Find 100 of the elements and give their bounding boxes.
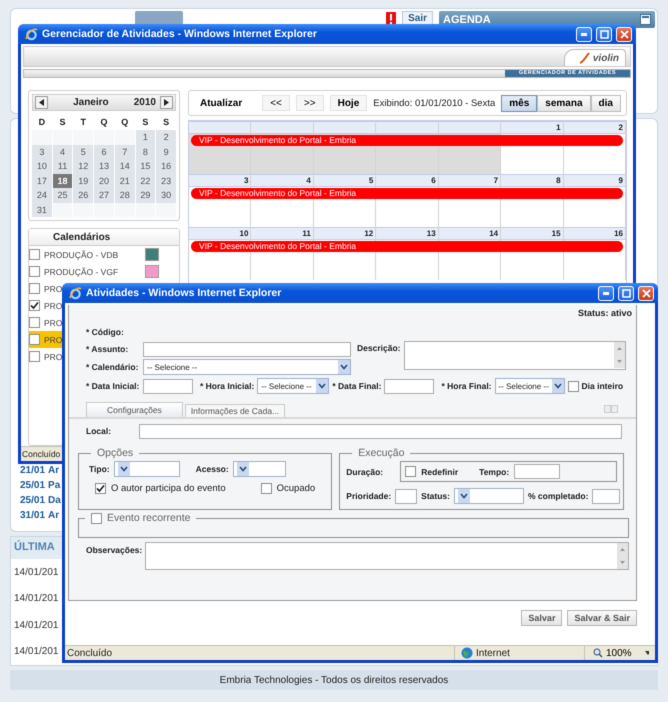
calendar-swatch[interactable] <box>144 248 159 261</box>
calendar-day[interactable]: 22 <box>136 174 156 188</box>
calendar-day[interactable]: 2 <box>156 130 176 144</box>
agenda-item-title[interactable]: Ar <box>48 465 60 476</box>
next-month-button[interactable] <box>160 96 173 109</box>
form-button[interactable]: Salvar <box>521 610 562 626</box>
calendar-item[interactable]: PRO <box>29 314 62 331</box>
calendar-swatch[interactable] <box>144 265 159 278</box>
notes-field[interactable] <box>145 542 629 570</box>
calendar-day[interactable]: 30 <box>156 188 176 202</box>
calendar-day[interactable]: 5 <box>73 144 94 159</box>
calendar-checkbox[interactable] <box>29 283 40 294</box>
calendar-day[interactable]: 20 <box>94 174 114 188</box>
calendar-day[interactable]: 25 <box>52 188 72 202</box>
calendar-day[interactable]: 23 <box>156 174 176 188</box>
calendar-item[interactable]: PRO <box>29 280 62 297</box>
minimize-button[interactable] <box>576 26 592 42</box>
calendar-day[interactable]: 11 <box>52 159 72 174</box>
local-field[interactable] <box>139 424 622 438</box>
calendar-day[interactable]: 15 <box>136 159 156 174</box>
minimize-button[interactable] <box>598 286 614 300</box>
day-number: 15 <box>552 228 561 239</box>
close-button[interactable] <box>616 26 632 42</box>
calendar-day[interactable]: 26 <box>73 188 94 202</box>
reset-checkbox[interactable] <box>405 466 416 477</box>
latest-date: 14/01/201 <box>14 646 58 658</box>
access-select[interactable] <box>232 461 286 477</box>
view-tab[interactable]: semana <box>537 94 591 112</box>
previous-button[interactable]: << <box>262 95 290 111</box>
next-button[interactable]: >> <box>296 95 324 111</box>
caret-icon[interactable] <box>644 651 649 655</box>
event-bar[interactable]: VIP - Desenvolvimento do Portal - Embria <box>190 135 623 146</box>
maximize-button[interactable] <box>618 286 634 300</box>
calendar-day[interactable]: 31 <box>32 202 52 217</box>
priority-field[interactable] <box>395 488 418 504</box>
today-button[interactable]: Hoje <box>330 95 368 111</box>
calendar-checkbox[interactable] <box>29 334 40 345</box>
description-field[interactable] <box>404 341 626 370</box>
view-tab[interactable]: mês <box>501 94 538 112</box>
calendar-day[interactable]: 14 <box>114 159 135 174</box>
calendar-day[interactable]: 19 <box>73 174 94 188</box>
calendar-item[interactable]: PRODUÇÃO - VDB <box>29 246 118 263</box>
calendar-checkbox[interactable] <box>29 317 40 328</box>
subject-field[interactable] <box>143 342 351 356</box>
agenda-item-title[interactable]: Pa <box>48 480 60 491</box>
end-time-select[interactable]: -- Selecione -- <box>494 378 565 394</box>
event-bar[interactable]: VIP - Desenvolvimento do Portal - Embria <box>190 241 623 252</box>
calendar-item[interactable]: PRO <box>29 297 62 314</box>
calendar-item[interactable]: PRO <box>29 348 62 365</box>
end-date-field[interactable] <box>384 378 434 394</box>
calendar-day[interactable]: 7 <box>114 144 135 159</box>
calendar-day[interactable]: 8 <box>136 144 156 159</box>
calendar-day[interactable]: 4 <box>52 144 72 159</box>
calendar-day[interactable]: 6 <box>94 144 114 159</box>
previous-month-button[interactable] <box>35 96 48 109</box>
day-number: 11 <box>302 228 311 239</box>
calendar-day[interactable]: 24 <box>32 188 52 202</box>
calendar-checkbox[interactable] <box>29 266 40 277</box>
all-day-checkbox[interactable] <box>568 380 579 392</box>
calendar-day[interactable]: 10 <box>32 159 52 174</box>
calendar-checkbox[interactable] <box>29 351 40 362</box>
start-date-field[interactable] <box>143 378 193 394</box>
calendar-day[interactable]: 29 <box>136 188 156 202</box>
recurring-checkbox[interactable] <box>91 512 102 524</box>
event-bar[interactable]: VIP - Desenvolvimento do Portal - Embria <box>190 188 623 199</box>
calendar-day[interactable]: 17 <box>32 174 52 188</box>
calendar-item[interactable]: PRODUÇÃO - VGF <box>29 263 118 280</box>
calendar-day[interactable]: 1 <box>136 130 156 144</box>
calendar-day[interactable]: 9 <box>156 144 176 159</box>
zoom-button[interactable]: 100% <box>591 648 634 658</box>
status-select[interactable] <box>454 488 524 504</box>
calendar-day[interactable]: 28 <box>114 188 135 202</box>
view-tab[interactable]: dia <box>590 94 621 112</box>
calendar-day[interactable]: 27 <box>94 188 114 202</box>
option-checkbox[interactable] <box>260 483 272 494</box>
close-button[interactable] <box>638 286 654 300</box>
form-tab[interactable]: Informações de Cada... <box>184 404 286 417</box>
agenda-item-title[interactable]: Da <box>48 495 61 506</box>
percent-field[interactable] <box>592 488 620 504</box>
option-checkbox[interactable] <box>95 483 106 494</box>
agenda-item-title[interactable]: Ar <box>48 510 60 521</box>
calendar-checkbox[interactable] <box>29 300 40 311</box>
maximize-button[interactable] <box>596 26 612 42</box>
time-field[interactable] <box>514 464 560 479</box>
form-button[interactable]: Salvar & Sair <box>567 610 637 626</box>
calendar-day[interactable]: 13 <box>94 159 114 174</box>
calendar-day[interactable]: 12 <box>73 159 94 174</box>
refresh-button[interactable]: Atualizar <box>194 96 248 110</box>
calendar-day[interactable]: 3 <box>32 144 52 159</box>
form-tab[interactable]: Configurações <box>86 402 183 417</box>
calendar-checkbox[interactable] <box>29 249 40 260</box>
calendar-select[interactable]: -- Selecione -- <box>143 359 351 375</box>
calendar-item[interactable]: PRO <box>29 331 62 348</box>
calendar-day[interactable]: 16 <box>156 159 176 174</box>
calendar-day[interactable]: 18 <box>52 174 72 188</box>
minimize-icon[interactable] <box>640 14 651 25</box>
type-select[interactable] <box>114 461 180 477</box>
calendar-day[interactable]: 21 <box>114 174 135 188</box>
execution-legend: Execução <box>352 447 410 459</box>
start-time-select[interactable]: -- Selecione -- <box>257 378 330 394</box>
